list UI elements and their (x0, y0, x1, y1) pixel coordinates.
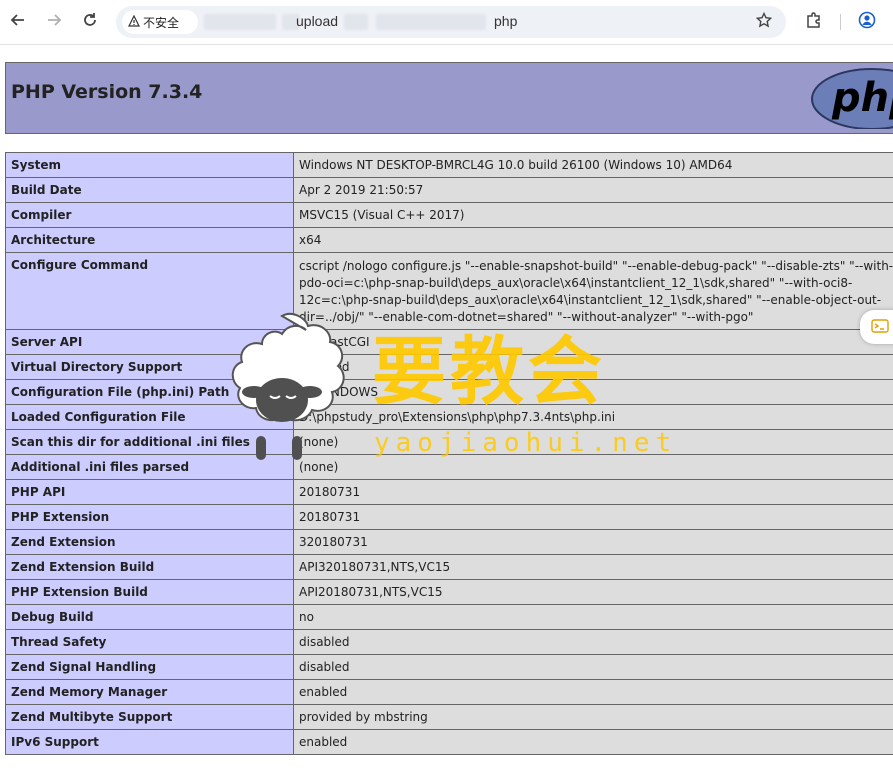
info-key: Zend Signal Handling (5, 654, 294, 680)
info-key: Zend Extension Build (5, 554, 294, 580)
info-value: 20180731 (293, 479, 893, 505)
info-value: enabled (293, 679, 893, 705)
info-key: PHP API (5, 479, 294, 505)
info-row: Configuration File (php.ini) Path C:\WIND… (5, 379, 893, 405)
info-row: Architecture x64 (5, 227, 893, 253)
info-row: PHP API 20180731 (5, 479, 893, 505)
forward-button[interactable] (42, 10, 66, 34)
info-key: Configuration File (php.ini) Path (5, 379, 294, 405)
info-row: PHP Extension Build API20180731,NTS,VC15 (5, 579, 893, 605)
profile-button[interactable] (855, 10, 879, 34)
info-row: Server API CGI/FastCGI (5, 329, 893, 355)
info-row: Thread Safety disabled (5, 629, 893, 655)
info-key: Scan this dir for additional .ini files (5, 429, 294, 455)
info-value: Windows NT DESKTOP-BMRCL4G 10.0 build 26… (293, 152, 893, 178)
star-icon (755, 11, 773, 33)
address-bar[interactable]: 不安全 upload php (116, 6, 786, 38)
info-key: Zend Extension (5, 529, 294, 555)
url-redaction (376, 14, 486, 30)
extensions-icon (805, 11, 823, 33)
info-value: CGI/FastCGI (293, 329, 893, 355)
url-redaction (204, 14, 276, 30)
extensions-button[interactable] (802, 10, 826, 34)
info-key: Virtual Directory Support (5, 354, 294, 380)
info-key: Thread Safety (5, 629, 294, 655)
info-row: Debug Build no (5, 604, 893, 630)
info-value: C:\WINDOWS (293, 379, 893, 405)
info-row: Build Date Apr 2 2019 21:50:57 (5, 177, 893, 203)
info-value: D:\phpstudy_pro\Extensions\php\php7.3.4n… (293, 404, 893, 430)
info-key: Zend Memory Manager (5, 679, 294, 705)
browser-toolbar: 不安全 upload php (0, 0, 893, 45)
phpinfo-table: System Windows NT DESKTOP-BMRCL4G 10.0 bu… (5, 152, 893, 755)
php-logo-text: php (831, 75, 893, 121)
side-widget-tab[interactable] (860, 310, 893, 344)
info-row: Zend Multibyte Support provided by mbstri… (5, 704, 893, 730)
toolbar-divider (840, 14, 841, 30)
info-value: Apr 2 2019 21:50:57 (293, 177, 893, 203)
info-row: Zend Extension 320180731 (5, 529, 893, 555)
info-value: API20180731,NTS,VC15 (293, 579, 893, 605)
forward-arrow-icon (46, 12, 62, 33)
info-row: Loaded Configuration File D:\phpstudy_pro… (5, 404, 893, 430)
info-value: x64 (293, 227, 893, 253)
info-row: IPv6 Support enabled (5, 729, 893, 755)
info-key: Configure Command (5, 252, 294, 330)
info-key: Architecture (5, 227, 294, 253)
url-redaction (344, 14, 368, 30)
bookmark-button[interactable] (752, 10, 776, 34)
info-key: Loaded Configuration File (5, 404, 294, 430)
reload-button[interactable] (78, 10, 102, 34)
configure-command-text: cscript /nologo configure.js "--enable-s… (299, 259, 893, 324)
back-button[interactable] (6, 10, 30, 34)
info-row: Additional .ini files parsed (none) (5, 454, 893, 480)
info-value: 20180731 (293, 504, 893, 530)
info-row: Scan this dir for additional .ini files(… (5, 429, 893, 455)
terminal-icon (871, 318, 889, 336)
info-value: API320180731,NTS,VC15 (293, 554, 893, 580)
info-value: disabled (293, 629, 893, 655)
info-row: Virtual Directory Support disabled (5, 354, 893, 380)
info-value: enabled (293, 729, 893, 755)
info-row: Compiler MSVC15 (Visual C++ 2017) (5, 202, 893, 228)
url-segment-upload: upload (296, 13, 339, 29)
info-row: Zend Memory Manager enabled (5, 679, 893, 705)
info-value: MSVC15 (Visual C++ 2017) (293, 202, 893, 228)
back-arrow-icon (10, 12, 26, 33)
reload-icon (82, 12, 98, 33)
info-value: no (293, 604, 893, 630)
info-value: disabled (293, 354, 893, 380)
info-value: (none) (293, 454, 893, 480)
info-key: Compiler (5, 202, 294, 228)
info-value: (none) (293, 429, 893, 455)
info-row: PHP Extension 20180731 (5, 504, 893, 530)
phpinfo-header: PHP Version 7.3.4 php (5, 62, 893, 134)
info-row: Configure Command cscript /nologo configu… (5, 252, 893, 330)
info-key: Debug Build (5, 604, 294, 630)
info-key: PHP Extension Build (5, 579, 294, 605)
info-key: Zend Multibyte Support (5, 704, 294, 730)
info-key: Server API (5, 329, 294, 355)
info-key: Build Date (5, 177, 294, 203)
php-logo-icon: php (811, 68, 893, 129)
page-title: PHP Version 7.3.4 (11, 81, 203, 103)
info-row: Zend Extension Build API320180731,NTS,VC1… (5, 554, 893, 580)
warning-icon (128, 14, 140, 30)
security-label: 不安全 (143, 15, 180, 30)
info-value: disabled (293, 654, 893, 680)
info-value: cscript /nologo configure.js "--enable-s… (293, 252, 893, 330)
info-key: PHP Extension (5, 504, 294, 530)
info-value: provided by mbstring (293, 704, 893, 730)
profile-icon (858, 11, 876, 33)
security-indicator[interactable]: 不安全 (122, 10, 198, 34)
info-key: Additional .ini files parsed (5, 454, 294, 480)
info-row: Zend Signal Handling disabled (5, 654, 893, 680)
info-row: System Windows NT DESKTOP-BMRCL4G 10.0 bu… (5, 152, 893, 178)
info-value: 320180731 (293, 529, 893, 555)
info-key: IPv6 Support (5, 729, 294, 755)
info-key: System (5, 152, 294, 178)
url-segment-php: php (494, 13, 518, 29)
